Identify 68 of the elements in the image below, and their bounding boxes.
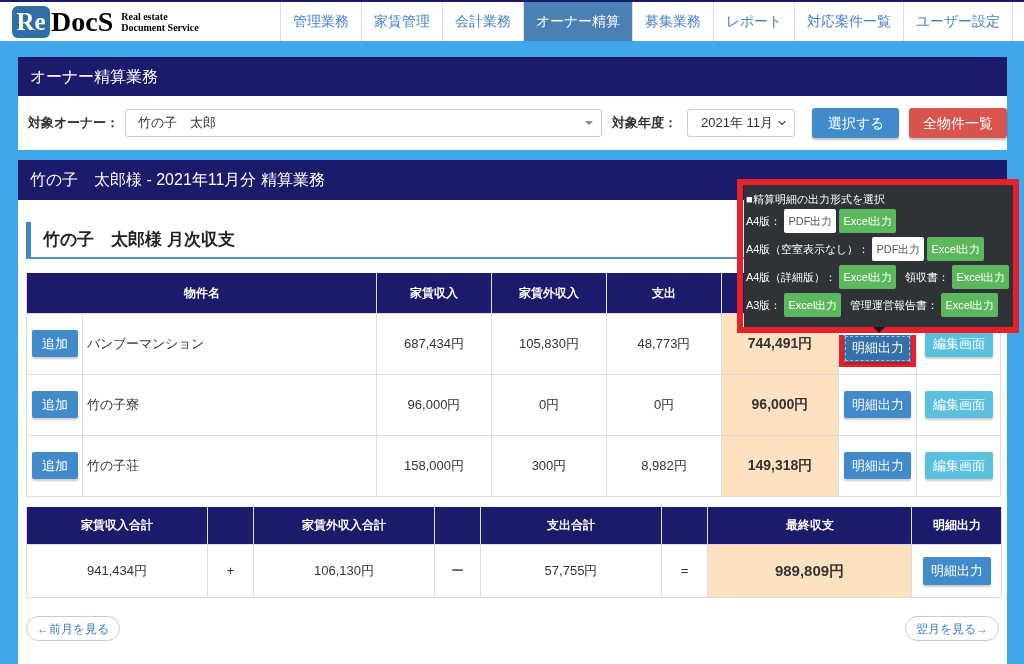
- table-cell: 96,000円: [721, 374, 839, 435]
- table-cell: バンブーマンション: [82, 313, 377, 374]
- panel-title: オーナー精算業務: [30, 66, 158, 87]
- edit-screen-button[interactable]: 編集画面: [924, 452, 993, 479]
- add-button[interactable]: 追加: [31, 452, 78, 479]
- table-cell: 0円: [606, 374, 722, 435]
- table-cell: 687,434円: [376, 313, 492, 374]
- excel-output-button[interactable]: Excel出力: [952, 265, 1010, 289]
- table-cell: +: [207, 544, 254, 598]
- add-button[interactable]: 追加: [31, 391, 78, 418]
- column-header: 物件名: [26, 273, 377, 313]
- field-label: 対象年度：: [612, 114, 677, 133]
- column-header: 家賃収入合計: [26, 506, 208, 545]
- detail-output-button[interactable]: 明細出力: [844, 334, 911, 362]
- logo-wordmark: DocS: [51, 7, 114, 36]
- logo-mark: Re: [12, 5, 50, 38]
- logo-tagline: Real estate Document Service: [121, 10, 199, 33]
- table-cell: =: [661, 544, 708, 598]
- column-header: 家賃外収入合計: [253, 506, 435, 545]
- column-header: 明細出力: [911, 506, 1002, 545]
- excel-output-button[interactable]: Excel出力: [927, 237, 985, 261]
- option-label: 管理運営報告書：: [850, 297, 939, 313]
- popover-title: ■精算明細の出力形式を選択: [746, 192, 886, 207]
- next-month-button[interactable]: 翌月を見る→: [905, 616, 999, 641]
- edit-screen-button[interactable]: 編集画面: [924, 391, 993, 418]
- table-cell: 158,000円: [376, 435, 492, 496]
- table-cell: 106,130円: [253, 544, 435, 598]
- add-button[interactable]: 追加: [31, 330, 78, 357]
- caret-down-icon: [585, 121, 593, 125]
- table-cell: 300円: [491, 435, 607, 496]
- detail-output-button[interactable]: 明細出力: [844, 452, 911, 479]
- option-label: A4版（詳細版）：: [746, 269, 837, 285]
- table-cell: 105,830円: [491, 313, 607, 374]
- excel-output-button[interactable]: Excel出力: [941, 293, 999, 317]
- nav-tab[interactable]: オーナー精算: [524, 2, 633, 41]
- detail-output-button[interactable]: 明細出力: [844, 391, 911, 418]
- period-select[interactable]: 2021年 11月: [687, 109, 795, 137]
- pdf-output-button[interactable]: PDF出力: [872, 237, 925, 261]
- table-cell: 0円: [491, 374, 607, 435]
- excel-output-button[interactable]: Excel出力: [839, 209, 897, 233]
- table-cell: 149,318円: [721, 435, 839, 496]
- table-cell: 竹の子荘: [82, 435, 377, 496]
- option-label: A3版：: [746, 297, 782, 313]
- column-header: 支出合計: [480, 506, 662, 545]
- pointer-arrow-icon: [873, 327, 885, 333]
- excel-output-button[interactable]: Excel出力: [839, 265, 897, 289]
- table-cell: 941,434円: [26, 544, 208, 598]
- pdf-output-button[interactable]: PDF出力: [784, 209, 837, 233]
- option-label: 領収書：: [905, 269, 950, 285]
- table-cell: 48,773円: [606, 313, 722, 374]
- excel-output-button[interactable]: Excel出力: [784, 293, 842, 317]
- table-cell: 竹の子寮: [82, 374, 377, 435]
- field-label: 対象オーナー：: [28, 114, 119, 133]
- table-cell: 989,809円: [707, 544, 912, 598]
- panel-title: 竹の子 太郎様 - 2021年11月分 精算業務: [30, 170, 325, 190]
- option-label: A4版（空室表示なし）：: [746, 241, 870, 257]
- previous-month-button[interactable]: ←前月を見る: [26, 616, 120, 641]
- column-header: 家賃収入: [376, 273, 492, 313]
- table-cell: 8,982円: [606, 435, 722, 496]
- all-properties-button[interactable]: 全物件一覧: [909, 108, 1007, 138]
- table-cell: ー: [434, 544, 481, 598]
- owner-select[interactable]: 竹の子 太郎: [125, 109, 602, 137]
- select-button[interactable]: 選択する: [812, 108, 899, 138]
- table-cell: 57,755円: [480, 544, 662, 598]
- column-header: 支出: [606, 273, 722, 313]
- detail-output-button[interactable]: 明細出力: [922, 557, 991, 585]
- column-header: 家賃外収入: [491, 273, 607, 313]
- table-cell: 96,000円: [376, 374, 492, 435]
